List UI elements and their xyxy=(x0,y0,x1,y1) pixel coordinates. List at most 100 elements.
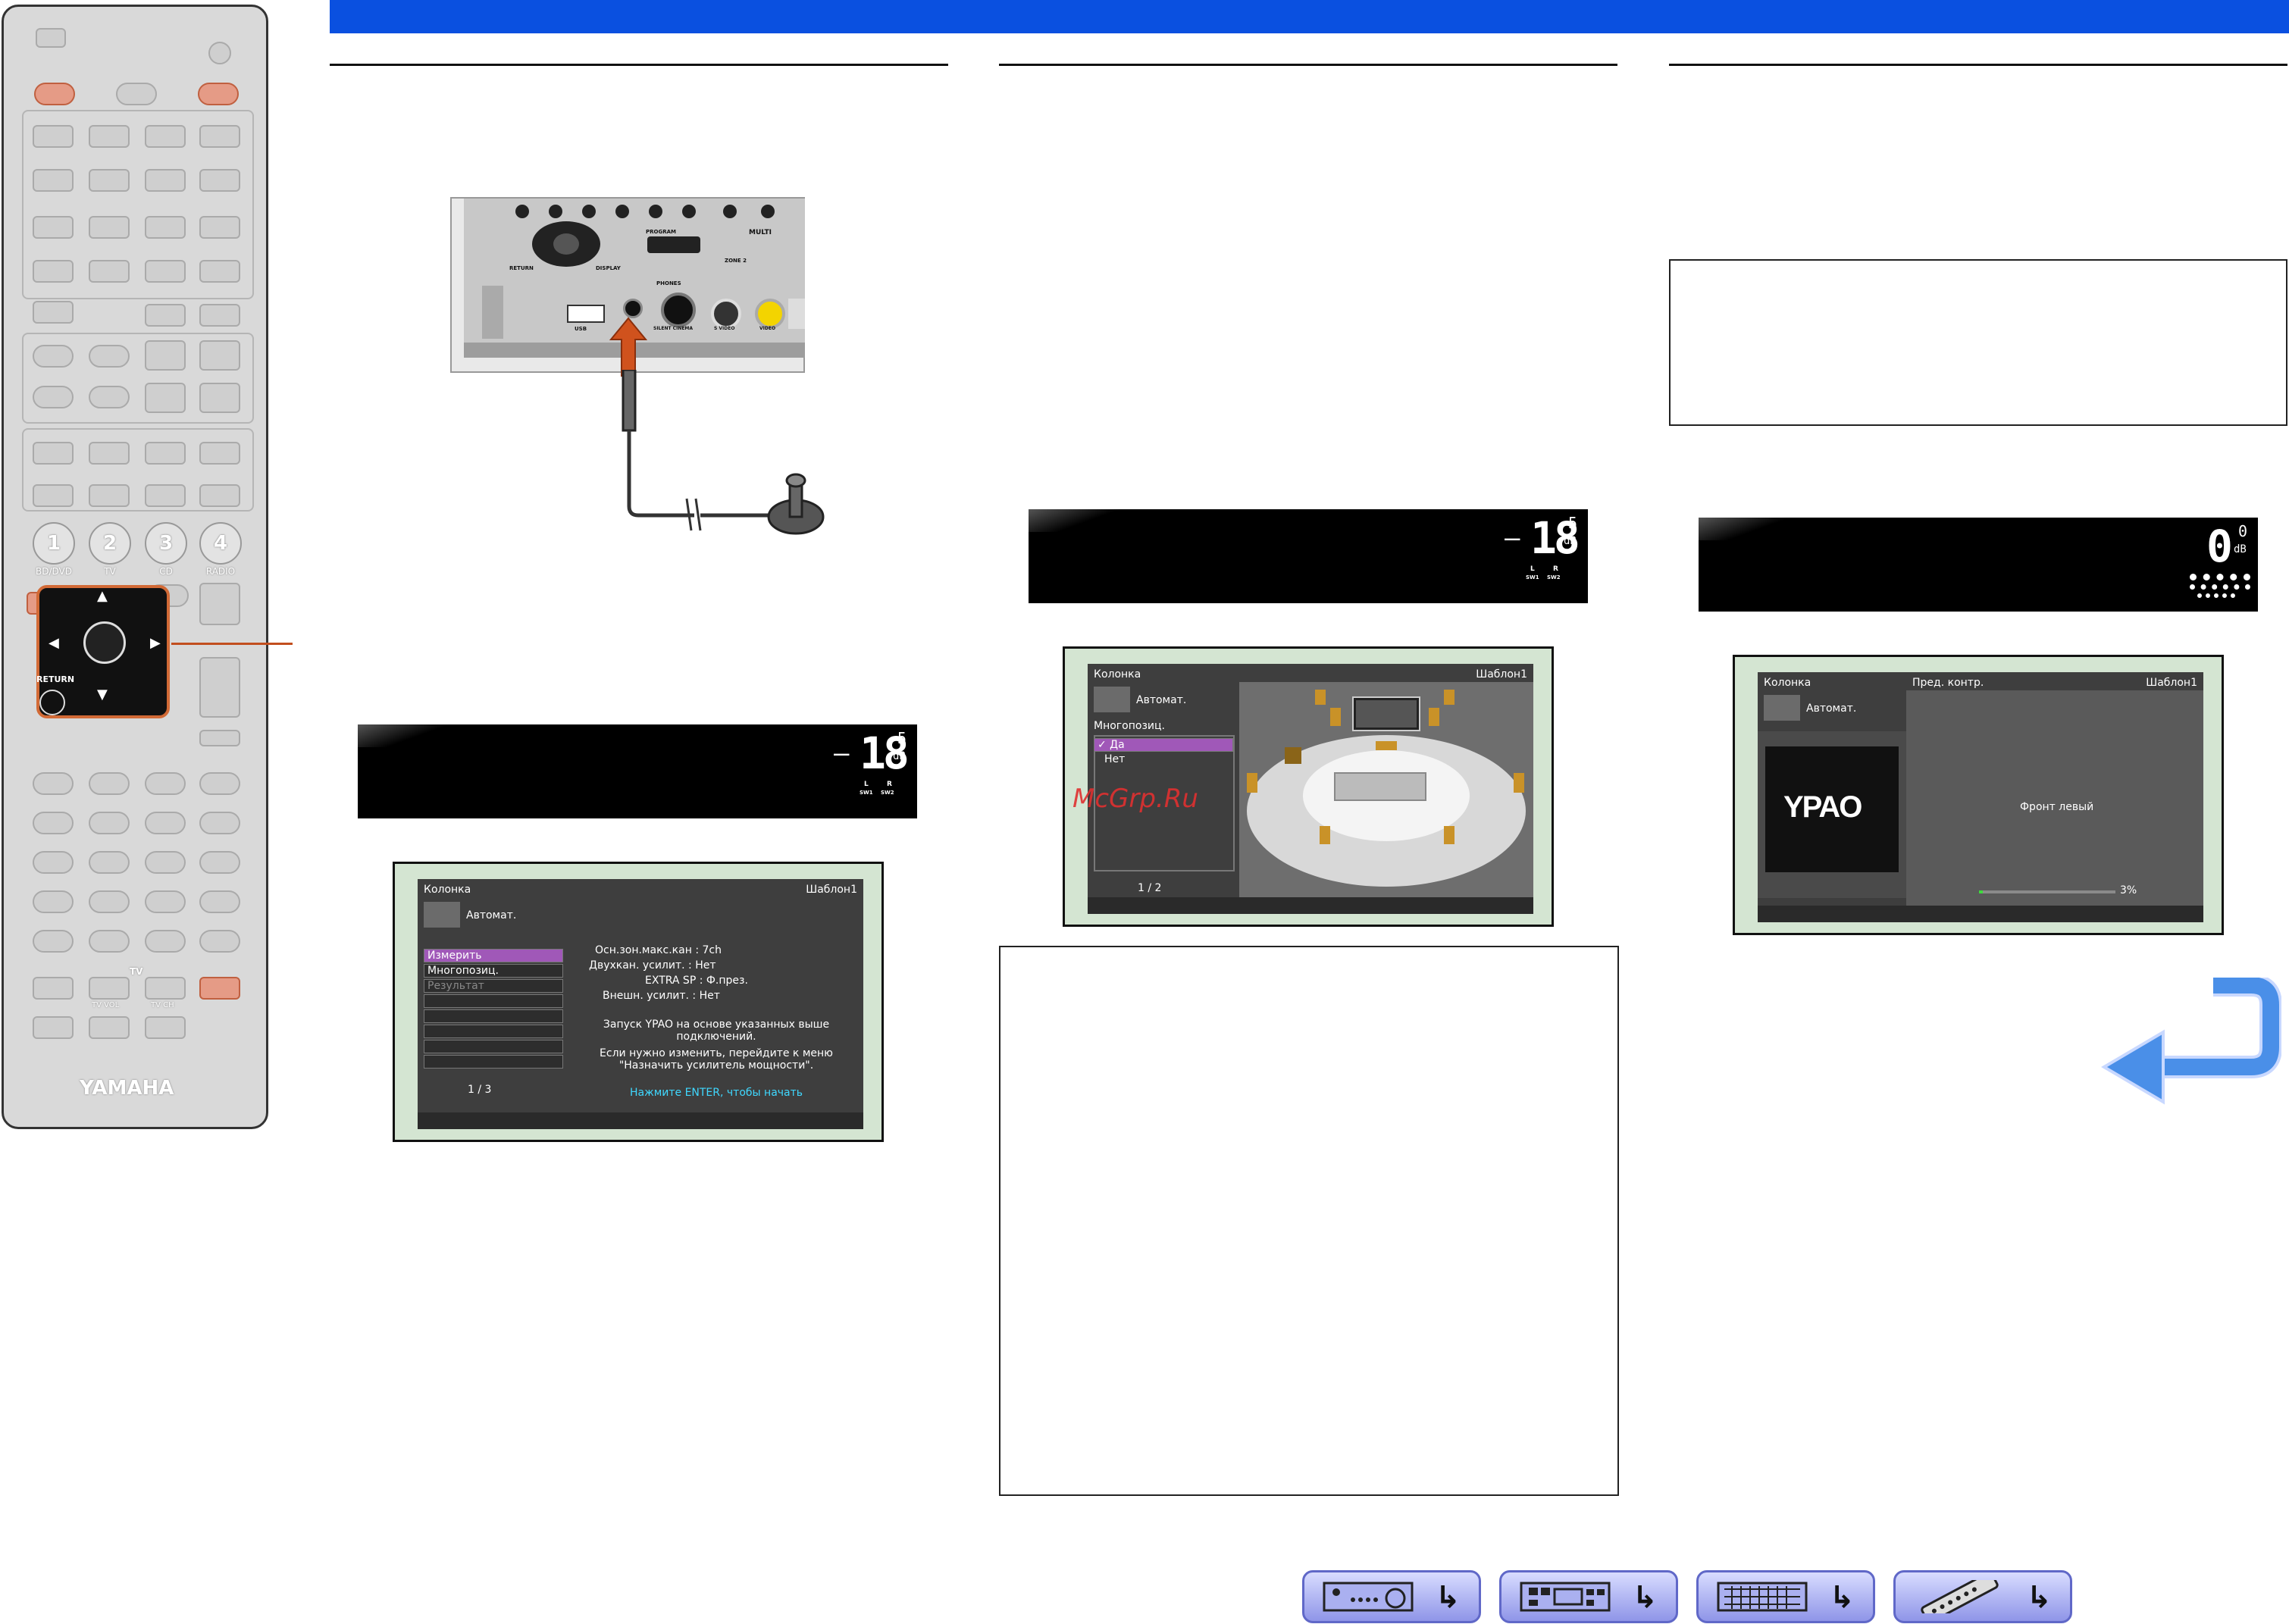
skip-forward-button[interactable] xyxy=(199,812,240,834)
nav-remote-button[interactable]: ↳ xyxy=(1893,1570,2072,1623)
panel-knob[interactable] xyxy=(582,205,596,218)
function-button[interactable] xyxy=(89,851,130,874)
tv-ch-down-button[interactable] xyxy=(145,1016,186,1039)
digit-button[interactable] xyxy=(145,930,186,953)
sound-button[interactable] xyxy=(33,484,74,507)
volume-down-button[interactable] xyxy=(199,657,240,718)
num-button-4[interactable]: 4 xyxy=(199,522,242,565)
video-jack[interactable] xyxy=(755,299,785,329)
input-button[interactable] xyxy=(89,169,130,192)
mode-button[interactable] xyxy=(89,386,130,408)
scene-button[interactable] xyxy=(199,260,240,283)
menu-item-measure[interactable]: Измерить xyxy=(424,949,563,962)
main-power-button[interactable] xyxy=(34,83,75,105)
arrow-right-icon[interactable]: ▶ xyxy=(150,635,161,651)
digit-button[interactable] xyxy=(33,890,74,913)
input-button[interactable] xyxy=(33,169,74,192)
nav-front-panel-button[interactable]: ↳ xyxy=(1302,1570,1481,1623)
tv-power-button[interactable] xyxy=(199,977,240,1000)
digit-button[interactable] xyxy=(199,890,240,913)
panel-knob[interactable] xyxy=(682,205,696,218)
tv-vol-up-button[interactable] xyxy=(89,977,130,1000)
down-button[interactable] xyxy=(145,383,186,413)
digit-button[interactable] xyxy=(33,930,74,953)
function-button[interactable] xyxy=(199,851,240,874)
digit-button[interactable] xyxy=(199,930,240,953)
sound-button[interactable] xyxy=(199,442,240,465)
panel-knob[interactable] xyxy=(761,205,775,218)
scene-button[interactable] xyxy=(33,260,74,283)
audio-jack[interactable] xyxy=(788,299,805,329)
input-button[interactable] xyxy=(33,216,74,239)
num-button-2[interactable]: 2 xyxy=(89,522,131,565)
zone-power-button[interactable] xyxy=(198,83,239,105)
sound-button[interactable] xyxy=(145,484,186,507)
nav-front-display-button[interactable]: ↳ xyxy=(1499,1570,1678,1623)
tv-ch-up-button[interactable] xyxy=(145,977,186,1000)
stop-button[interactable] xyxy=(89,772,130,795)
phones-jack[interactable] xyxy=(661,293,696,327)
scene-button[interactable] xyxy=(145,260,186,283)
option-no[interactable]: Нет xyxy=(1104,753,1125,765)
usb-port[interactable] xyxy=(567,305,605,323)
return-button[interactable] xyxy=(39,690,65,715)
mode-button[interactable] xyxy=(89,345,130,368)
num-button-3[interactable]: 3 xyxy=(145,522,187,565)
menu-item-result[interactable]: Результат xyxy=(424,979,563,993)
enter-button[interactable] xyxy=(83,621,126,664)
option-yes[interactable]: ✓ Да xyxy=(1094,738,1233,752)
panel-knob[interactable] xyxy=(615,205,629,218)
rewind-button[interactable] xyxy=(33,812,74,834)
input-button[interactable] xyxy=(199,125,240,148)
input-button[interactable] xyxy=(145,125,186,148)
sound-button[interactable] xyxy=(33,442,74,465)
scene-button[interactable] xyxy=(89,260,130,283)
panel-knob[interactable] xyxy=(723,205,737,218)
panel-knob[interactable] xyxy=(515,205,529,218)
sound-button[interactable] xyxy=(89,442,130,465)
volume-up-button[interactable] xyxy=(199,583,240,625)
sound-button[interactable] xyxy=(89,484,130,507)
input-button[interactable] xyxy=(89,216,130,239)
panel-knob[interactable] xyxy=(649,205,662,218)
skip-back-button[interactable] xyxy=(145,812,186,834)
num-button-1[interactable]: 1 xyxy=(33,522,75,565)
input-button[interactable] xyxy=(145,169,186,192)
pause-button[interactable] xyxy=(145,772,186,795)
function-button[interactable] xyxy=(33,851,74,874)
input-button[interactable] xyxy=(33,125,74,148)
scene-button[interactable] xyxy=(33,301,74,324)
scene-button[interactable] xyxy=(145,304,186,327)
fast-forward-button[interactable] xyxy=(89,812,130,834)
input-button[interactable] xyxy=(199,216,240,239)
mode-button[interactable] xyxy=(33,345,74,368)
arrow-down-icon[interactable]: ▼ xyxy=(97,687,108,702)
digit-button[interactable] xyxy=(89,890,130,913)
remote-switch[interactable] xyxy=(36,28,66,48)
tv-vol-down-button[interactable] xyxy=(89,1016,130,1039)
arrow-left-icon[interactable]: ◀ xyxy=(49,635,59,651)
mode-button[interactable] xyxy=(33,386,74,408)
input-button[interactable] xyxy=(199,169,240,192)
menu-item-multipoint[interactable]: Многопозиц. xyxy=(424,964,563,978)
mute-button[interactable] xyxy=(199,730,240,746)
digit-button[interactable] xyxy=(145,890,186,913)
nav-rear-panel-button[interactable]: ↳ xyxy=(1696,1570,1875,1623)
input-button[interactable] xyxy=(145,216,186,239)
sound-button[interactable] xyxy=(145,442,186,465)
source-button[interactable] xyxy=(116,83,157,105)
panel-knob[interactable] xyxy=(549,205,562,218)
up-button[interactable] xyxy=(145,340,186,371)
play-button[interactable] xyxy=(199,772,240,795)
page-up-button[interactable] xyxy=(199,340,240,371)
digit-button[interactable] xyxy=(89,930,130,953)
panel-program-switch[interactable] xyxy=(647,236,700,253)
tv-mute-button[interactable] xyxy=(33,1016,74,1039)
arrow-up-icon[interactable]: ▲ xyxy=(97,588,108,604)
panel-menu-button[interactable] xyxy=(553,233,579,255)
scene-button[interactable] xyxy=(199,304,240,327)
sound-button[interactable] xyxy=(199,484,240,507)
transport-button[interactable] xyxy=(33,772,74,795)
tv-input-button[interactable] xyxy=(33,977,74,1000)
svideo-jack[interactable] xyxy=(711,299,741,329)
